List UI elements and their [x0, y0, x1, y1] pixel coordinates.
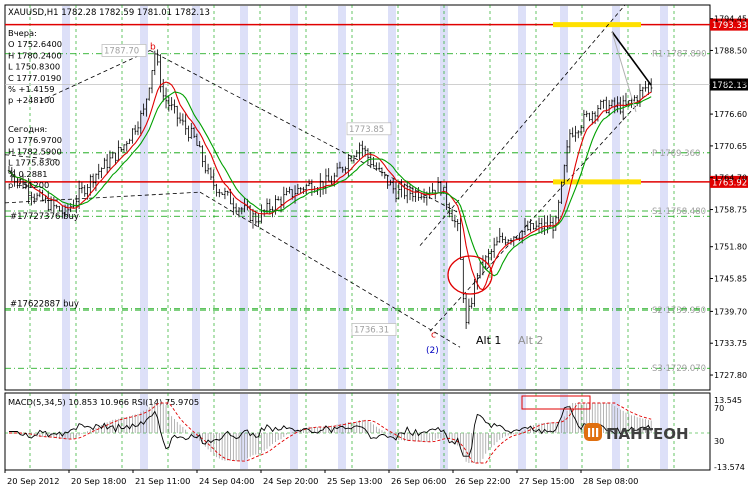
wave-label-c2: (2) [426, 346, 439, 356]
macd-axis-label: 70 [714, 404, 724, 413]
x-tick-label: 25 Sep 13:00 [327, 476, 382, 486]
x-tick-label: 21 Sep 11:00 [135, 476, 190, 486]
wave-label-c: c [431, 331, 436, 341]
session-band [518, 6, 526, 389]
info-today-line: O 1776.9700 [8, 135, 62, 145]
trade-label-buy2: #17622887 buy [10, 300, 79, 310]
session-band [192, 6, 200, 389]
session-band [140, 6, 148, 389]
session-band [338, 394, 346, 469]
target-zone [553, 179, 641, 185]
pivot-label: S1 1758.480 [652, 207, 706, 217]
info-yesterday-line: O 1752.6400 [8, 39, 62, 49]
x-tick-label: 24 Sep 04:00 [199, 476, 254, 486]
info-today-line: H 1782.5900 [8, 146, 62, 156]
session-band [338, 6, 346, 389]
chart-header: XAUUSD,H1 1782.28 1782.59 1781.01 1782.1… [8, 8, 210, 18]
session-band [290, 394, 298, 469]
macd-axis-label: 30 [714, 437, 724, 446]
info-today-line: % 0.2881 [8, 169, 48, 179]
session-band [612, 6, 620, 389]
session-band [660, 6, 668, 389]
info-today-line: Сегодня: [8, 124, 47, 134]
pivot-label: S2 1739.950 [652, 306, 706, 316]
y-tick-label: 1758.75 [714, 206, 747, 215]
macd-axis-label: -13.574 [714, 463, 745, 472]
trade-label-buy1: #17727376 buy [10, 212, 79, 222]
y-tick-label: 1788.50 [714, 46, 747, 55]
y-tick-label: 1727.80 [714, 371, 747, 380]
logo-mark-icon [592, 428, 595, 437]
logo [584, 423, 602, 441]
logo-mark-icon [596, 428, 599, 437]
x-tick-label: 27 Sep 15:00 [519, 476, 574, 486]
info-today-line: L 1775.8300 [8, 158, 60, 168]
x-tick-label: 20 Sep 2012 [7, 476, 60, 486]
info-today-line: p +51200 [8, 180, 49, 190]
target-zone [553, 22, 641, 28]
price-chart[interactable]: R1 1787.890 P 1769.360 S1 1758.480 S2 1739.… [0, 0, 751, 492]
session-band [388, 394, 396, 469]
info-yesterday-line: Вчера: [8, 28, 37, 38]
x-tick-label: 26 Sep 06:00 [391, 476, 446, 486]
y-tick-label: 1745.85 [714, 275, 747, 284]
price-tag-text: 1773.85 [349, 125, 384, 135]
y-tick-label: 1751.80 [714, 243, 747, 252]
y-tick-label: 1782.55 [714, 78, 747, 87]
pivot-label: P 1769.360 [652, 149, 700, 159]
price-tag-text: 1787.70 [104, 46, 139, 56]
wave-label-b: b [150, 42, 156, 52]
y-tick-label: 1764.70 [714, 174, 747, 183]
x-tick-label: 28 Sep 08:00 [583, 476, 638, 486]
pivot-label: S3 1729.070 [652, 364, 706, 374]
y-tick-label: 1794.45 [714, 15, 747, 24]
info-yesterday-line: H 1780.2400 [8, 50, 62, 60]
info-yesterday-line: p +248100 [8, 95, 55, 105]
x-tick-label: 26 Sep 22:00 [455, 476, 510, 486]
chart-window: R1 1787.890 P 1769.360 S1 1758.480 S2 1739.… [0, 0, 751, 492]
logo-mark-icon [588, 428, 591, 437]
info-yesterday-line: L 1750.8300 [8, 62, 60, 72]
price-tag-text: 1736.31 [354, 326, 389, 336]
x-tick-label: 20 Sep 18:00 [71, 476, 126, 486]
session-band [62, 6, 70, 389]
info-yesterday-line: % +1.4159 [8, 84, 55, 94]
y-tick-label: 1776.60 [714, 110, 747, 119]
y-tick-label: 1739.70 [714, 307, 747, 316]
alt2-label: Alt 2 [518, 334, 543, 347]
y-tick-label: 1733.75 [714, 339, 747, 348]
alt1-label: Alt 1 [476, 334, 501, 347]
y-tick-label: 1770.65 [714, 142, 747, 151]
logo-text: ПАНТЕОН [606, 425, 689, 443]
x-tick-label: 24 Sep 20:00 [263, 476, 318, 486]
info-yesterday-line: C 1777.0190 [8, 73, 61, 83]
pivot-label: R1 1787.890 [652, 50, 707, 60]
